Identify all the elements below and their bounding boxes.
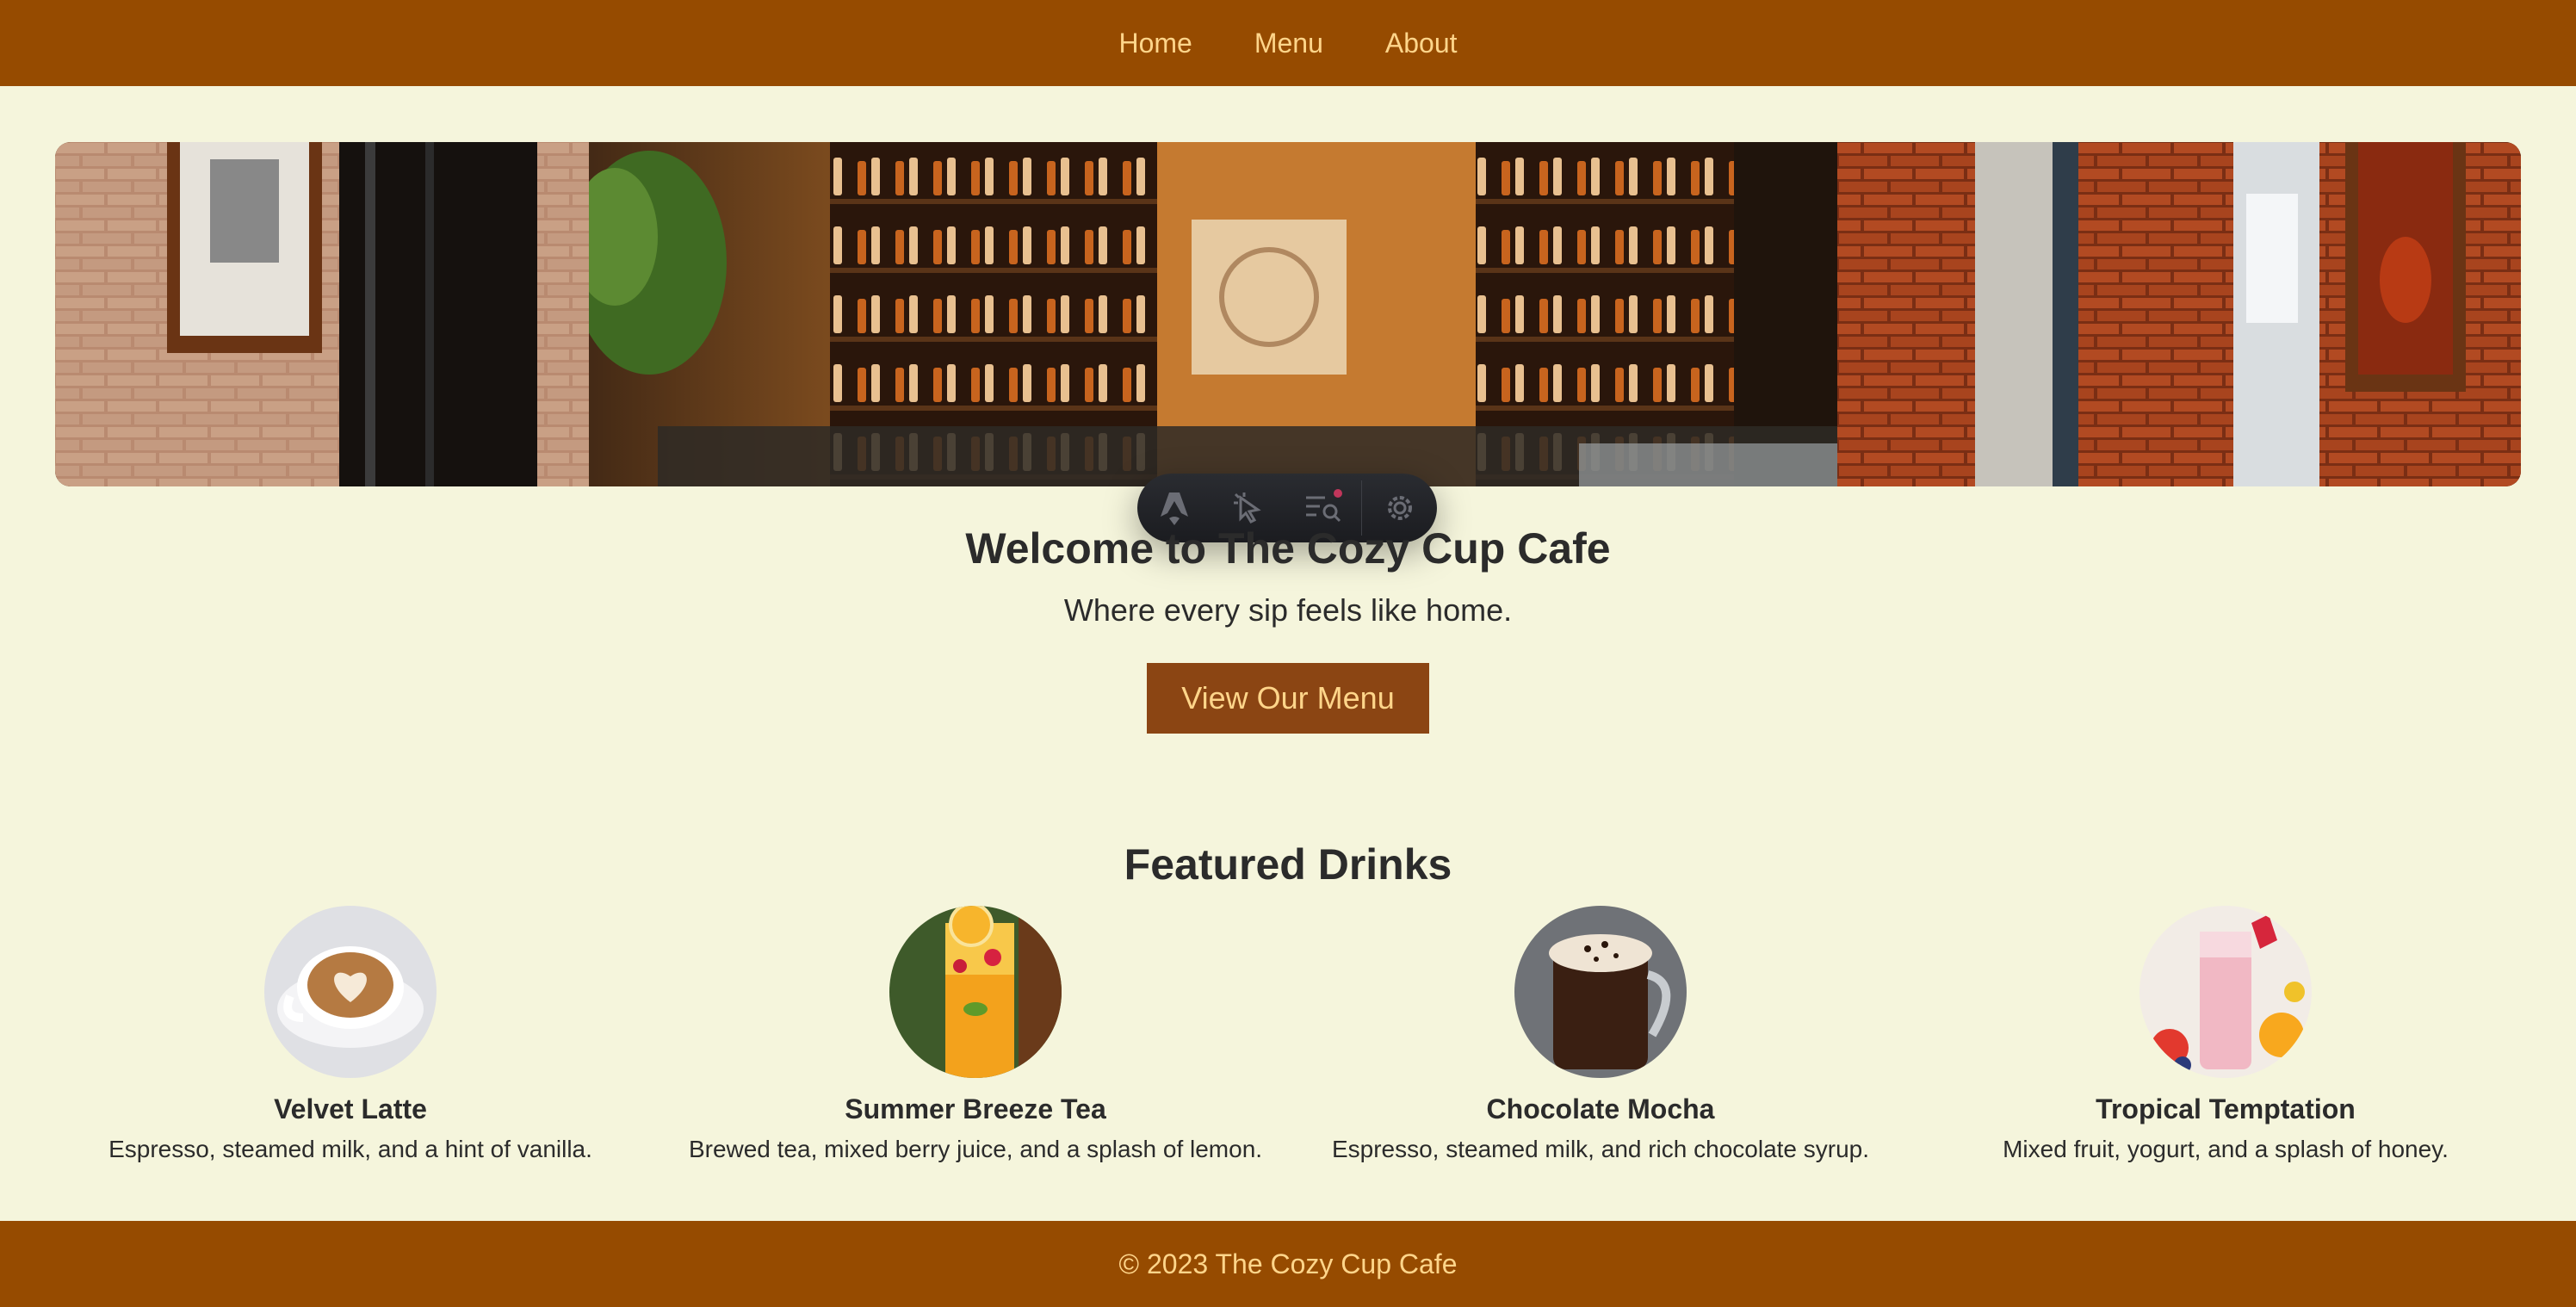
nav-link-about[interactable]: About — [1385, 28, 1458, 59]
drink-name: Chocolate Mocha — [1486, 1093, 1715, 1124]
drink-image-mocha — [1514, 906, 1687, 1078]
nav-link-home[interactable]: Home — [1118, 28, 1192, 59]
drink-description: Espresso, steamed milk, and a hint of va… — [108, 1136, 592, 1162]
drink-name: Summer Breeze Tea — [845, 1093, 1106, 1124]
drink-image-tea — [889, 906, 1062, 1078]
welcome-title: Welcome to The Cozy Cup Cafe — [965, 524, 1611, 573]
drink-description: Brewed tea, mixed berry juice, and a spl… — [688, 1136, 1263, 1162]
drink-description: Espresso, steamed milk, and rich chocola… — [1331, 1136, 1870, 1162]
drink-description: Mixed fruit, yogurt, and a splash of hon… — [2003, 1136, 2449, 1162]
footer-copyright: © 2023 The Cozy Cup Cafe — [1118, 1248, 1458, 1279]
drink-image-smoothie — [2139, 906, 2312, 1078]
page-footer: © 2023 The Cozy Cup Cafe — [0, 1221, 2576, 1307]
drink-card: Summer Breeze Tea Brewed tea, mixed berr… — [663, 906, 1288, 1163]
notification-dot — [1333, 489, 1342, 498]
drink-name: Velvet Latte — [274, 1093, 427, 1124]
drink-card: Tropical Temptation Mixed fruit, yogurt,… — [1913, 906, 2538, 1163]
featured-drinks-title: Featured Drinks — [1124, 840, 1452, 889]
hero-banner-image — [55, 142, 2521, 486]
drink-image-latte — [264, 906, 437, 1078]
welcome-subtitle: Where every sip feels like home. — [1063, 592, 1513, 628]
drink-name: Tropical Temptation — [2096, 1093, 2356, 1124]
featured-drinks-list: Velvet Latte Espresso, steamed milk, and… — [38, 906, 2538, 1163]
cafe-interior-photo — [55, 142, 2521, 486]
drink-card: Chocolate Mocha Espresso, steamed milk, … — [1288, 906, 1913, 1163]
top-navigation: Home Menu About — [0, 0, 2576, 86]
drink-card: Velvet Latte Espresso, steamed milk, and… — [38, 906, 663, 1163]
nav-link-menu[interactable]: Menu — [1254, 28, 1323, 59]
view-menu-button[interactable]: View Our Menu — [1147, 663, 1429, 734]
